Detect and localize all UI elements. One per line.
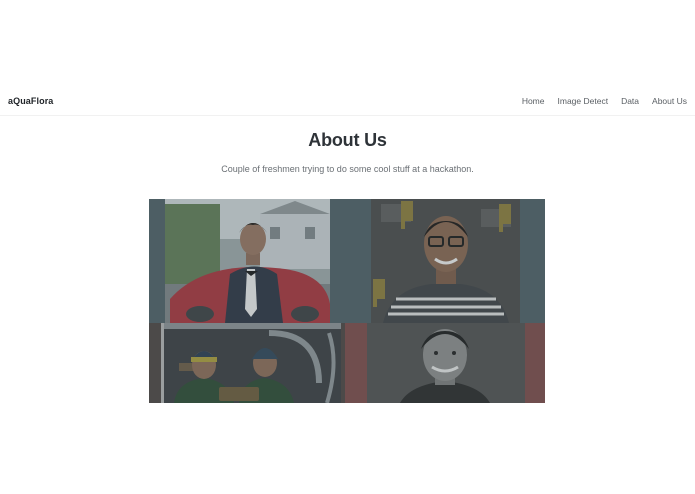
team-photo-glasses [371, 199, 520, 323]
team-photo-beanies-image [149, 323, 345, 403]
team-photo-suit [165, 199, 330, 323]
nav-link-data[interactable]: Data [621, 96, 639, 106]
nav-links: Home Image Detect Data About Us [522, 96, 687, 106]
page-title: About Us [308, 130, 387, 150]
nav-link-about-us[interactable]: About Us [652, 96, 687, 106]
team-photo-portrait [345, 323, 545, 403]
team-photo-collage [149, 199, 545, 403]
nav-link-image-detect[interactable]: Image Detect [558, 96, 609, 106]
team-photo-beanies [149, 323, 345, 403]
about-page: aQuaFlora Home Image Detect Data About U… [0, 0, 695, 494]
team-photo-portrait-image [345, 323, 545, 403]
nav-link-home[interactable]: Home [522, 96, 545, 106]
brand-logo[interactable]: aQuaFlora [8, 96, 53, 106]
top-navbar: aQuaFlora Home Image Detect Data About U… [0, 88, 695, 116]
page-subtitle: Couple of freshmen trying to do some coo… [221, 164, 474, 174]
team-photo-glasses-image [371, 199, 520, 323]
team-photo-suit-image [165, 199, 330, 323]
